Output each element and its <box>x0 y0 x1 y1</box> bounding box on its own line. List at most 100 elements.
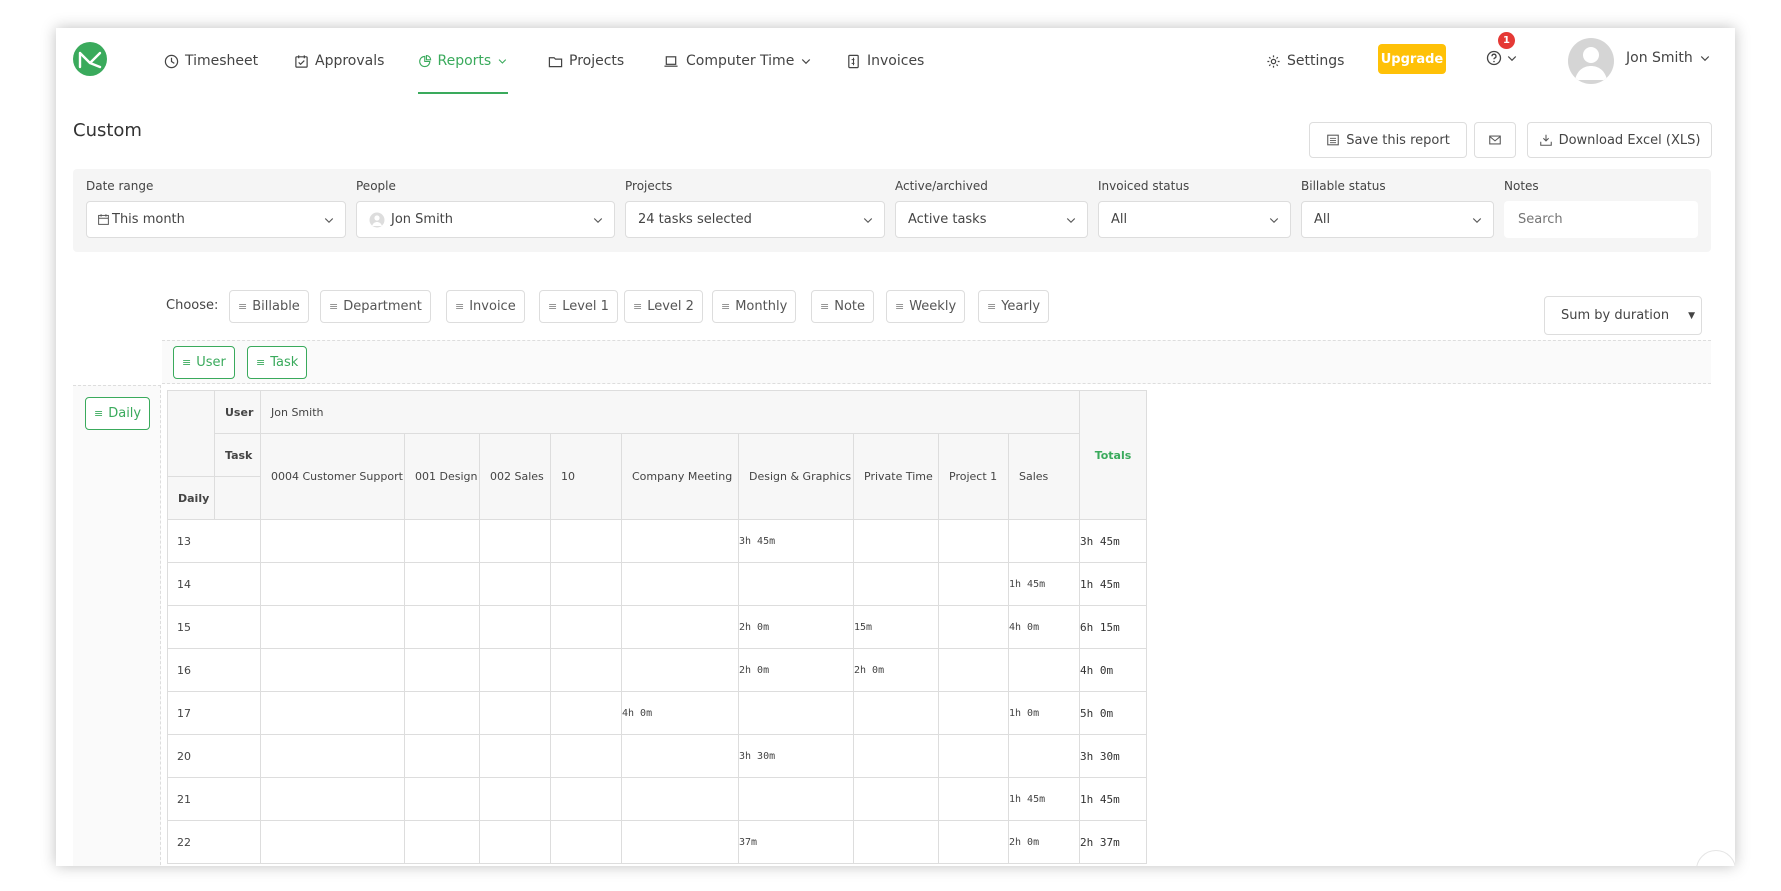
chevron-down-icon <box>593 218 603 224</box>
day-cell: 20 <box>167 734 261 778</box>
select-value: All <box>1111 212 1128 227</box>
task-header: Design & Graphics <box>738 433 854 520</box>
chip-invoice[interactable]: ≡ Invoice <box>446 290 525 323</box>
totals-header: Totals <box>1079 390 1147 520</box>
user-menu[interactable]: Jon Smith <box>1626 50 1711 66</box>
row-grouping-zone[interactable] <box>73 385 161 866</box>
row-total-cell: 1h 45m <box>1079 777 1147 821</box>
nav-reports[interactable]: Reports <box>418 28 508 94</box>
duration-cell <box>738 691 854 735</box>
nav-label: Approvals <box>315 53 385 69</box>
choose-label: Choose: <box>166 298 219 313</box>
chevron-down-icon <box>1269 218 1279 224</box>
table-row: 15 2h 0m 15m 4h 0m 6h 15m <box>167 605 1147 649</box>
grouping-chip-user[interactable]: ≡ User <box>173 346 235 379</box>
duration-cell <box>479 734 551 778</box>
sum-by-select[interactable]: Sum by duration ▼ <box>1544 296 1702 335</box>
duration-cell <box>260 777 405 821</box>
filter-label: Notes <box>1504 179 1539 193</box>
duration-cell <box>1008 519 1080 563</box>
task-header: Project 1 <box>938 433 1009 520</box>
duration-cell <box>479 605 551 649</box>
duration-cell <box>853 519 939 563</box>
table-row: 13 3h 45m 3h 45m <box>167 519 1147 563</box>
drag-handle-icon: ≡ <box>987 300 997 313</box>
invoiced-status-select[interactable]: All <box>1098 201 1291 238</box>
upgrade-button[interactable]: Upgrade <box>1378 44 1446 74</box>
chip-label: Level 2 <box>647 299 694 314</box>
task-header-label: Task <box>214 433 261 477</box>
empty-header-cell <box>214 476 261 520</box>
grouping-chip-daily[interactable]: ≡ Daily <box>85 397 151 430</box>
filter-label: Active/archived <box>895 179 988 193</box>
invoice-icon <box>848 54 859 68</box>
nav-projects[interactable]: Projects <box>548 28 624 94</box>
nav-settings[interactable]: Settings <box>1266 28 1344 94</box>
nav-label: Invoices <box>867 53 925 69</box>
row-total-cell: 5h 0m <box>1079 691 1147 735</box>
chip-department[interactable]: ≡ Department <box>320 290 431 323</box>
table-row: 16 2h 0m 2h 0m 4h 0m <box>167 648 1147 692</box>
chip-label: Daily <box>108 406 142 421</box>
notification-badge[interactable]: 1 <box>1498 32 1515 49</box>
nav-label: Computer Time <box>686 53 795 69</box>
duration-cell <box>479 691 551 735</box>
help-icon <box>1486 50 1502 66</box>
chip-weekly[interactable]: ≡ Weekly <box>886 290 966 323</box>
billable-status-select[interactable]: All <box>1301 201 1494 238</box>
duration-cell <box>738 777 854 821</box>
table-row: 21 1h 45m 1h 45m <box>167 777 1147 821</box>
nav-approvals[interactable]: Approvals <box>294 28 384 94</box>
duration-cell <box>550 734 622 778</box>
report-table: User Jon Smith Totals Task 0004 Customer… <box>167 390 1147 864</box>
duration-cell <box>260 820 405 864</box>
row-total-cell: 4h 0m <box>1079 648 1147 692</box>
download-excel-button[interactable]: Download Excel (XLS) <box>1527 122 1712 158</box>
row-total-cell: 3h 45m <box>1079 519 1147 563</box>
chip-monthly[interactable]: ≡ Monthly <box>712 290 797 323</box>
chip-yearly[interactable]: ≡ Yearly <box>978 290 1050 323</box>
date-range-select[interactable]: This month <box>86 201 346 238</box>
avatar[interactable] <box>1568 38 1614 84</box>
projects-select[interactable]: 24 tasks selected <box>625 201 885 238</box>
table-row: 20 3h 30m 3h 30m <box>167 734 1147 778</box>
grouping-chip-task[interactable]: ≡ Task <box>247 346 308 379</box>
duration-cell <box>938 648 1009 692</box>
nav-label: Reports <box>437 53 492 69</box>
chip-level-1[interactable]: ≡ Level 1 <box>539 290 618 323</box>
chevron-down-icon <box>1700 56 1709 62</box>
filter-label: Billable status <box>1301 179 1386 193</box>
task-header: 10 <box>550 433 622 520</box>
active-archived-select[interactable]: Active tasks <box>895 201 1088 238</box>
help-menu[interactable] <box>1486 50 1518 66</box>
chevron-down-icon <box>863 218 873 224</box>
app-logo-icon[interactable] <box>72 41 108 77</box>
task-header: Company Meeting <box>621 433 739 520</box>
duration-cell: 1h 45m <box>1008 562 1080 606</box>
task-header: 0004 Customer Support <box>260 433 405 520</box>
duration-cell: 1h 45m <box>1008 777 1080 821</box>
drag-handle-icon: ≡ <box>721 300 731 313</box>
nav-timesheet[interactable]: Timesheet <box>164 28 258 94</box>
email-report-button[interactable] <box>1474 122 1516 158</box>
duration-cell <box>404 734 480 778</box>
chip-level-2[interactable]: ≡ Level 2 <box>624 290 703 323</box>
select-value: All <box>1314 212 1331 227</box>
duration-cell <box>479 820 551 864</box>
nav-computer-time[interactable]: Computer Time <box>662 28 812 94</box>
chat-widget-button[interactable] <box>1696 850 1735 866</box>
people-select[interactable]: Jon Smith <box>356 201 615 238</box>
save-report-button[interactable]: Save this report <box>1309 122 1467 158</box>
chip-billable[interactable]: ≡ Billable <box>229 290 309 323</box>
drag-handle-icon: ≡ <box>182 356 192 369</box>
chip-label: User <box>196 355 226 370</box>
nav-invoices[interactable]: Invoices <box>846 28 924 94</box>
chip-note[interactable]: ≡ Note <box>811 290 874 323</box>
page-title: Custom <box>73 120 142 141</box>
chip-label: Invoice <box>469 299 516 314</box>
caret-down-icon: ▼ <box>1688 311 1695 321</box>
notes-search-input[interactable] <box>1504 201 1698 238</box>
column-grouping-zone[interactable] <box>162 340 1711 384</box>
duration-cell <box>550 605 622 649</box>
day-cell: 13 <box>167 519 261 563</box>
